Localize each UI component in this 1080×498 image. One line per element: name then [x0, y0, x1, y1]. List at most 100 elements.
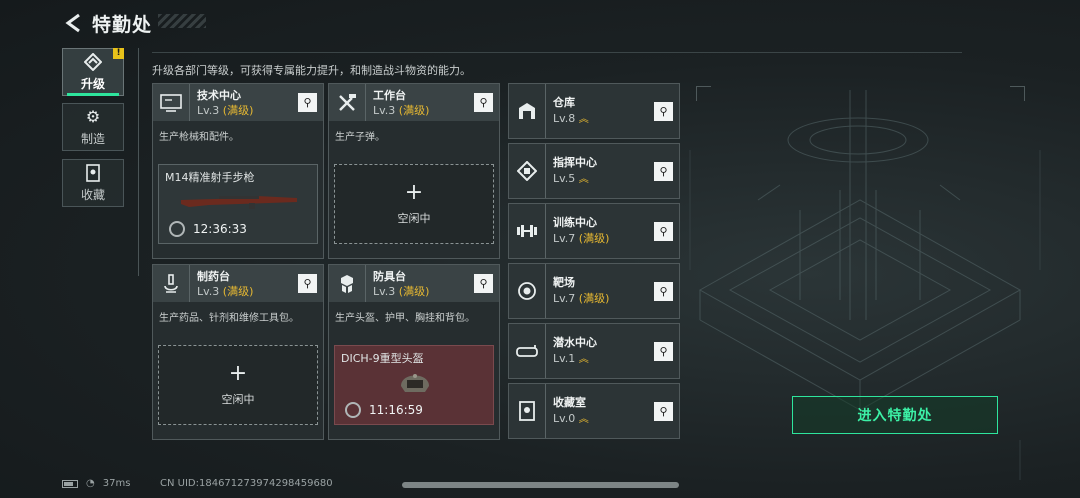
clock-icon [169, 221, 185, 237]
production-slot[interactable]: M14精准射手步枪 12:36:33 [158, 164, 318, 244]
facility-name: 收藏室 [553, 396, 586, 409]
facility-training[interactable]: 训练中心 Lv.7 (满级) ⚲ [508, 203, 680, 259]
facility-name: 指挥中心 [553, 156, 597, 169]
idle-label: 空闲中 [221, 393, 255, 406]
production-timer: 11:16:59 [369, 403, 423, 417]
dumbbell-icon [509, 204, 546, 258]
tab-collection[interactable]: 收藏 [62, 159, 124, 207]
card-level: Lv.3 (满级) [373, 104, 430, 117]
page-title: 特勤处 [92, 13, 153, 36]
facility-level: Lv.7 (满级) [553, 232, 610, 245]
production-slot[interactable]: DICH-9重型头盔 11:16:59 [334, 345, 494, 425]
search-icon[interactable]: ⚲ [654, 222, 673, 241]
divider [152, 52, 962, 53]
armor-icon [329, 265, 366, 302]
wifi-icon: ◔ [86, 478, 95, 489]
tab-label: 制造 [80, 131, 105, 146]
back-arrow-icon[interactable] [62, 12, 84, 34]
enter-special-ops-button[interactable]: 进入特勤处 [792, 396, 998, 434]
empty-slot[interactable]: + 空闲中 [334, 164, 494, 244]
search-icon[interactable]: ⚲ [298, 274, 317, 293]
upgrade-chevron-icon: ︽ [578, 114, 589, 125]
facility-level: Lv.0 ︽ [553, 412, 589, 425]
home-indicator[interactable] [402, 482, 679, 488]
search-icon[interactable]: ⚲ [654, 402, 673, 421]
alert-badge: ! [113, 48, 124, 59]
card-description: 生产药品、针剂和维修工具包。 [159, 313, 299, 324]
tab-manufacture[interactable]: ⚙ 制造 [62, 103, 124, 151]
card-title: 技术中心 [197, 89, 241, 102]
card-level: Lv.3 (满级) [197, 285, 254, 298]
tab-label: 收藏 [80, 187, 105, 202]
clock-icon [345, 402, 361, 418]
tab-upgrade[interactable]: ! 升级 [62, 48, 124, 96]
status-bar: ◔ 37ms [62, 478, 130, 489]
search-icon[interactable]: ⚲ [654, 102, 673, 121]
facility-command[interactable]: 指挥中心 Lv.5 ︽ ⚲ [508, 143, 680, 199]
microscope-icon [153, 265, 190, 302]
tab-label: 升级 [80, 76, 105, 91]
idle-label: 空闲中 [397, 212, 431, 225]
upgrade-chevron-icon: ︽ [578, 414, 589, 425]
card-title: 制药台 [197, 270, 230, 283]
facility-shooting-range[interactable]: 靶场 Lv.7 (满级) ⚲ [508, 263, 680, 319]
title-decoration [158, 14, 206, 28]
card-armor-bench[interactable]: 防具台 Lv.3 (满级) ⚲ 生产头盔、护甲、胸挂和背包。 DICH-9重型头… [328, 264, 500, 440]
ping-value: 37ms [102, 478, 131, 489]
facility-level: Lv.8 ︽ [553, 112, 589, 125]
card-description: 生产枪械和配件。 [159, 132, 239, 143]
facility-name: 靶场 [553, 276, 575, 289]
gears-icon: ⚙ [85, 106, 101, 126]
plus-icon: + [228, 361, 248, 386]
search-icon[interactable]: ⚲ [654, 282, 673, 301]
card-workbench[interactable]: 工作台 Lv.3 (满级) ⚲ 生产子弹。 + 空闲中 [328, 83, 500, 259]
search-icon[interactable]: ⚲ [298, 93, 317, 112]
production-timer: 12:36:33 [193, 222, 247, 236]
facility-warehouse[interactable]: 仓库 Lv.8 ︽ ⚲ [508, 83, 680, 139]
frame-corner [696, 86, 711, 101]
card-tech-center[interactable]: 技术中心 Lv.3 (满级) ⚲ 生产枪械和配件。 M14精准射手步枪 12:3… [152, 83, 324, 259]
facility-level: Lv.7 (满级) [553, 292, 610, 305]
card-description: 生产头盔、护甲、胸挂和背包。 [335, 313, 475, 324]
production-item: M14精准射手步枪 [165, 171, 255, 184]
divider [138, 48, 139, 276]
facility-level: Lv.1 ︽ [553, 352, 589, 365]
facility-level: Lv.5 ︽ [553, 172, 589, 185]
user-uid: CN UID:184671273974298459680 [160, 478, 333, 489]
upgrade-icon [83, 52, 103, 71]
battery-icon [62, 479, 78, 488]
search-icon[interactable]: ⚲ [654, 162, 673, 181]
search-icon[interactable]: ⚲ [474, 93, 493, 112]
search-icon[interactable]: ⚲ [654, 342, 673, 361]
collection-room-icon [509, 384, 546, 438]
facility-name: 仓库 [553, 96, 575, 109]
frame-corner [1010, 86, 1025, 101]
facility-diving[interactable]: 潜水中心 Lv.1 ︽ ⚲ [508, 323, 680, 379]
upgrade-chevron-icon: ︽ [578, 174, 589, 185]
monitor-icon [153, 84, 190, 121]
collection-icon [84, 163, 102, 182]
card-level: Lv.3 (满级) [197, 104, 254, 117]
helmet-image [401, 374, 429, 392]
search-icon[interactable]: ⚲ [474, 274, 493, 293]
section-description: 升级各部门等级，可获得专属能力提升，和制造战斗物资的能力。 [152, 64, 471, 77]
header: 特勤处 [62, 8, 152, 38]
card-pharmacy[interactable]: 制药台 Lv.3 (满级) ⚲ 生产药品、针剂和维修工具包。 + 空闲中 [152, 264, 324, 440]
command-icon [509, 144, 546, 198]
card-title: 防具台 [373, 270, 406, 283]
plus-icon: + [404, 180, 424, 205]
card-title: 工作台 [373, 89, 406, 102]
tools-icon [329, 84, 366, 121]
card-level: Lv.3 (满级) [373, 285, 430, 298]
card-description: 生产子弹。 [335, 132, 385, 143]
upgrade-chevron-icon: ︽ [578, 354, 589, 365]
facility-name: 训练中心 [553, 216, 597, 229]
facility-collection-room[interactable]: 收藏室 Lv.0 ︽ ⚲ [508, 383, 680, 439]
rifle-image [181, 196, 297, 209]
empty-slot[interactable]: + 空闲中 [158, 345, 318, 425]
target-icon [509, 264, 546, 318]
facility-name: 潜水中心 [553, 336, 597, 349]
button-label: 进入特勤处 [857, 408, 933, 424]
diving-mask-icon [509, 324, 546, 378]
warehouse-icon [509, 84, 546, 138]
